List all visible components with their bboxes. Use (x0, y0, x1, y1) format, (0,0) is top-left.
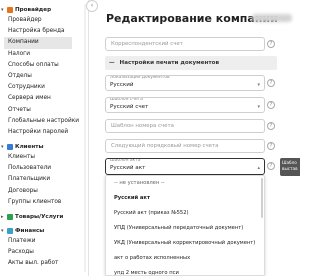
sidebar-item-name-servers[interactable]: Сервера имен (0, 93, 88, 104)
doc-localization-select[interactable]: Локализация документов Русский ▾ (105, 75, 265, 91)
sidebar-item-companies[interactable]: Компании (4, 37, 72, 49)
help-icon[interactable]: ? (267, 122, 275, 130)
sidebar-item-expenses[interactable]: Расходы (0, 247, 88, 258)
clients-icon (7, 143, 13, 150)
field-value: Русский акт (110, 165, 146, 171)
sidebar-item-payers[interactable]: Плательщики (0, 174, 88, 185)
sidebar-group-goods[interactable]: ▸ Товары/Услуги (0, 211, 88, 222)
sidebar-item-clients[interactable]: Клиенты (0, 152, 88, 163)
help-icon[interactable]: ? (267, 101, 275, 109)
sidebar-item-global-settings[interactable]: Глобальные настройки (0, 116, 88, 127)
dropdown-option[interactable]: -- не установлен -- (106, 176, 264, 191)
app-root: ▾ Провайдер Провайдер Настройка бренда К… (0, 0, 300, 276)
dropdown-option[interactable]: акт о работах исполненных (106, 251, 264, 266)
finance-icon (7, 227, 13, 234)
invoice-number-template-field[interactable]: Шаблон номера счета (105, 119, 265, 133)
sidebar-group-title: Товары/Услуги (15, 213, 64, 220)
help-icon[interactable]: ? (267, 162, 275, 170)
sidebar-item-brand-settings[interactable]: Настройка бренда (0, 26, 88, 37)
collapse-minus-icon: — (109, 60, 115, 66)
goods-icon (7, 213, 13, 220)
chevron-down-icon: ▾ (257, 82, 260, 88)
sidebar-item-employees[interactable]: Сотрудники (0, 82, 88, 93)
sidebar-item-taxes[interactable]: Налоги (0, 49, 88, 60)
sidebar-scrollbar[interactable] (84, 4, 86, 272)
dropdown-option[interactable]: УКД (Универсальный корректировочный доку… (106, 236, 264, 251)
chevron-left-icon: ‹ (90, 2, 94, 9)
sidebar: ▾ Провайдер Провайдер Настройка бренда К… (0, 0, 89, 276)
field-value: Русский (110, 82, 134, 88)
sidebar-group-provider[interactable]: ▾ Провайдер (0, 4, 88, 15)
chevron-up-icon: ▴ (257, 165, 260, 171)
sidebar-item-departments[interactable]: Отделы (0, 71, 88, 82)
sidebar-group-title: Клиенты (15, 143, 44, 150)
sidebar-item-reports[interactable]: Отчеты (0, 105, 88, 116)
sidebar-item-provider[interactable]: Провайдер (0, 15, 88, 26)
section-title: Настройки печати документов (119, 60, 220, 66)
dropdown-option[interactable]: Русский акт (приказ №552) (106, 206, 264, 221)
help-icon[interactable]: ? (267, 142, 275, 150)
corr-account-field[interactable]: Корреспондентский счет (105, 37, 265, 51)
dropdown-scrollbar[interactable] (261, 178, 263, 218)
sidebar-item-acts[interactable]: Акты выл. работ (0, 258, 88, 269)
field-value: Русский счет (110, 104, 149, 110)
help-icon[interactable]: ? (267, 40, 275, 48)
chevron-down-icon: ▾ (257, 104, 260, 110)
next-invoice-number-field[interactable]: Следующий порядковый номер счета (105, 139, 265, 153)
sidebar-group-title: Финансы (15, 227, 45, 234)
help-tooltip: Шабло выстав (280, 158, 300, 176)
invoice-template-select[interactable]: Шаблон счета Русский счет ▾ (105, 97, 265, 113)
sidebar-item-payment-methods[interactable]: Способы оплаты (0, 60, 88, 71)
sidebar-item-contracts[interactable]: Договоры (0, 186, 88, 197)
sidebar-item-payments[interactable]: Платежи (0, 236, 88, 247)
print-settings-section[interactable]: — Настройки печати документов (105, 56, 277, 70)
sidebar-item-users[interactable]: Пользователи (0, 163, 88, 174)
act-template-select[interactable]: Шаблон акта Русский акт ▴ (105, 158, 265, 175)
help-icon[interactable]: ? (267, 79, 275, 87)
provider-icon (7, 6, 13, 13)
sidebar-group-finance[interactable]: ▾ Финансы (0, 225, 88, 236)
dropdown-option-selected[interactable]: Русский акт (106, 191, 264, 206)
act-template-dropdown: -- не установлен -- Русский акт Русский … (105, 175, 265, 276)
sidebar-group-clients[interactable]: ▾ Клиенты (0, 141, 88, 152)
dropdown-option[interactable]: упд 2 месть одного пси (106, 266, 264, 275)
sidebar-item-client-groups[interactable]: Группы клиентов (0, 197, 88, 208)
dropdown-option[interactable]: УПД (Универсальный передаточный документ… (106, 221, 264, 236)
sidebar-item-password-settings[interactable]: Настройки паролей (0, 127, 88, 138)
sidebar-group-title: Провайдер (15, 6, 52, 13)
company-name-redacted (252, 14, 292, 22)
